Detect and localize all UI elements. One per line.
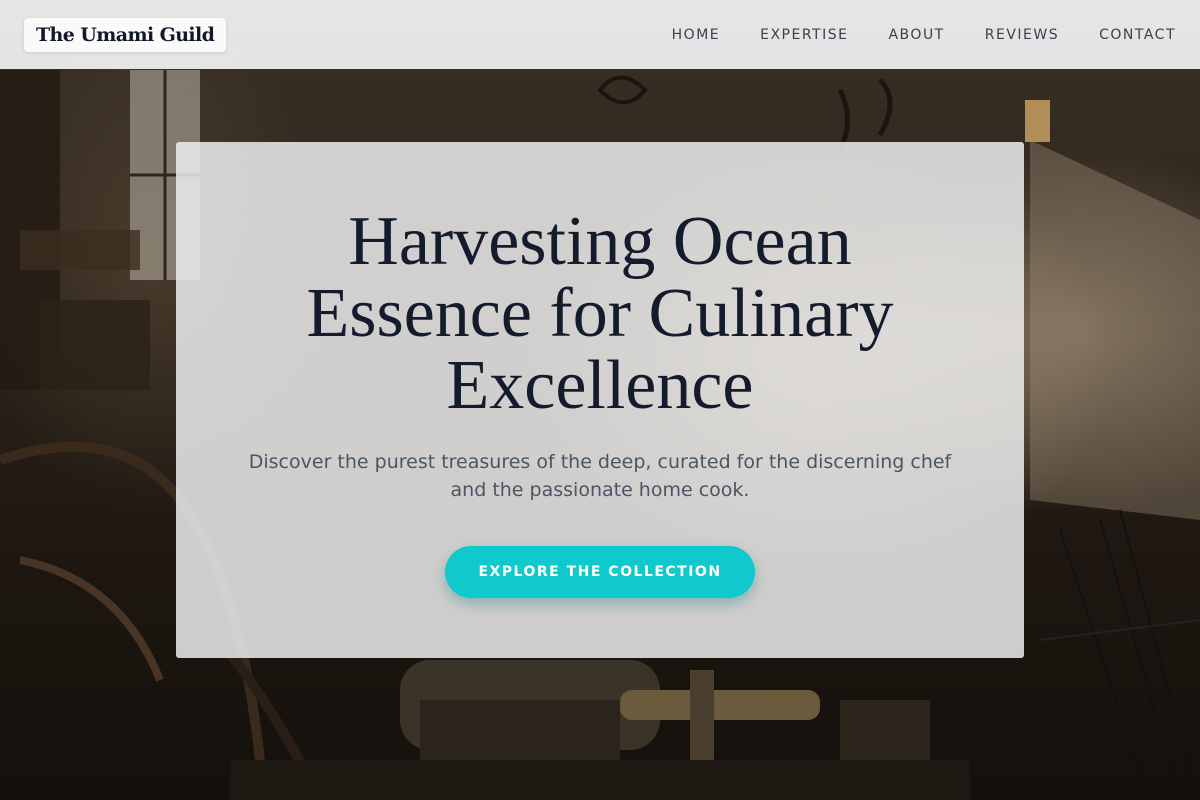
- hero-subtitle: Discover the purest treasures of the dee…: [248, 451, 952, 501]
- nav-link-contact[interactable]: CONTACT: [1099, 27, 1176, 43]
- nav-link-expertise[interactable]: EXPERTISE: [760, 27, 848, 43]
- brand-logo[interactable]: The Umami Guild: [24, 17, 227, 52]
- hero-title: Harvesting Ocean Essence for Culinary Ex…: [306, 203, 894, 424]
- nav-link-about[interactable]: ABOUT: [888, 27, 944, 43]
- top-navbar: The Umami Guild HOME EXPERTISE ABOUT REV…: [0, 0, 1200, 69]
- main-nav: HOME EXPERTISE ABOUT REVIEWS CONTACT: [672, 27, 1176, 43]
- explore-collection-button[interactable]: EXPLORE THE COLLECTION: [445, 546, 755, 598]
- hero-card: Harvesting Ocean Essence for Culinary Ex…: [176, 142, 1024, 658]
- nav-link-reviews[interactable]: REVIEWS: [985, 27, 1059, 43]
- nav-link-home[interactable]: HOME: [672, 27, 720, 43]
